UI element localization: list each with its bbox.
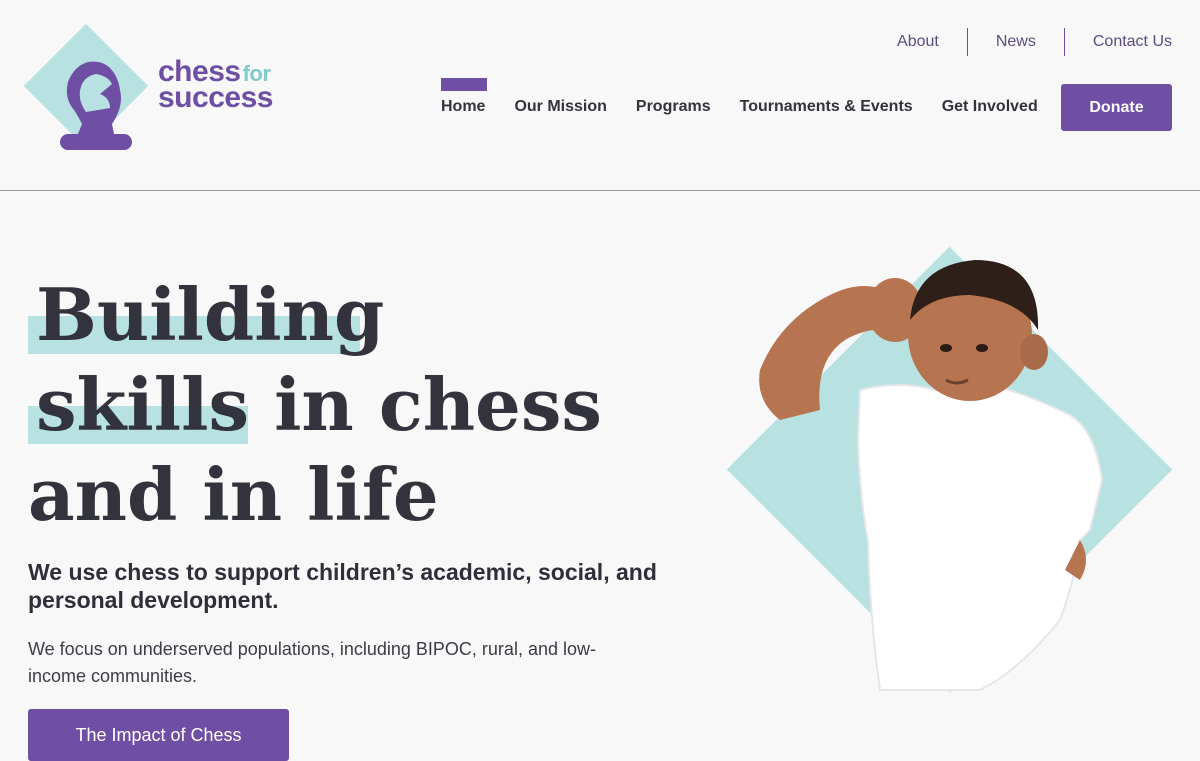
main-nav-tournaments-events[interactable]: Tournaments & Events: [740, 78, 913, 116]
main-nav-label: Programs: [635, 98, 711, 115]
top-nav-about[interactable]: About: [869, 28, 967, 56]
headline-line-2-highlight: skills: [36, 362, 250, 447]
site-logo[interactable]: chessfor success: [23, 23, 286, 158]
main-nav-our-mission[interactable]: Our Mission: [514, 78, 606, 116]
main-nav-get-involved[interactable]: Get Involved: [942, 78, 1038, 116]
main-nav-label: Get Involved: [941, 98, 1038, 115]
headline-line-1: Building: [36, 272, 385, 357]
logo-text-success: success: [158, 81, 273, 114]
knight-icon: [60, 61, 132, 150]
donate-button[interactable]: Donate: [1061, 84, 1172, 131]
main-nav-label: Tournaments & Events: [739, 98, 913, 115]
child-flexing-illustration: [759, 260, 1104, 691]
main-nav-label: Our Mission: [514, 98, 607, 115]
hero-image: [720, 240, 1180, 700]
active-indicator: [441, 78, 487, 91]
utility-nav: About News Contact Us: [869, 28, 1172, 56]
top-nav-news[interactable]: News: [968, 28, 1064, 56]
logo-wordmark: chessfor success: [158, 57, 273, 114]
hero-body-text: We focus on underserved populations, inc…: [28, 639, 596, 686]
main-nav-programs[interactable]: Programs: [636, 78, 711, 116]
impact-of-chess-button[interactable]: The Impact of Chess: [28, 709, 289, 761]
main-nav-label: Home: [441, 98, 486, 115]
hero-headline: Building skills in chess and in life: [28, 270, 602, 540]
headline-line-3: and in life: [28, 452, 439, 537]
main-nav: Home Our Mission Programs Tournaments & …: [441, 78, 1067, 116]
site-header: chessfor success About News Contact Us H…: [0, 0, 1200, 190]
header-divider: [0, 190, 1200, 191]
hero-subhead: We use chess to support children’s acade…: [28, 559, 657, 613]
top-nav-contact-us[interactable]: Contact Us: [1065, 28, 1172, 56]
main-nav-home[interactable]: Home: [441, 78, 487, 116]
headline-line-2-rest: in chess: [249, 362, 602, 447]
